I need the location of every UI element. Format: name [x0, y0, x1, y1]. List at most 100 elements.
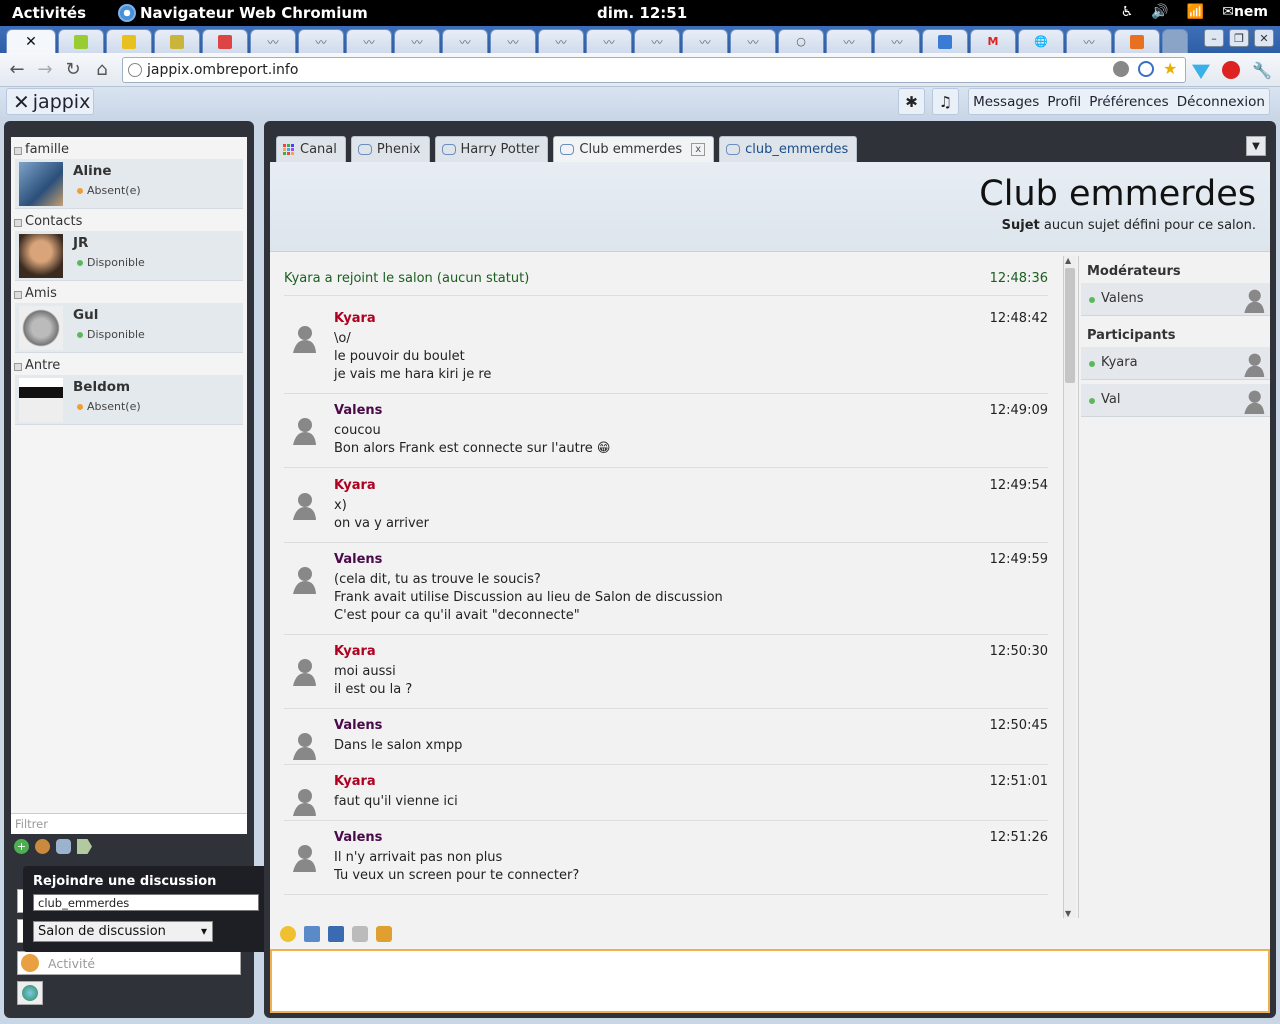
browser-tab-jappix[interactable]: ✕ — [6, 29, 56, 53]
jappix-logo[interactable]: ✕ jappix — [6, 88, 94, 115]
activities-button[interactable]: Activités — [12, 4, 86, 22]
app-menu[interactable]: Navigateur Web Chromium — [118, 4, 368, 22]
browser-tab[interactable]: 〰 — [874, 29, 920, 53]
activity-input[interactable]: Activité — [17, 951, 241, 975]
filter-input[interactable]: Filtrer — [11, 813, 247, 834]
browser-tab[interactable]: 〰 — [298, 29, 344, 53]
tab-club-emmerdes[interactable]: Club emmerdes x — [553, 136, 715, 162]
extension-download-icon[interactable] — [1192, 64, 1210, 79]
browser-tab[interactable]: 🌐 — [1018, 29, 1064, 53]
browser-tab[interactable]: 〰 — [730, 29, 776, 53]
message-list[interactable]: Kyara a rejoint le salon (aucun statut) … — [270, 256, 1062, 918]
clear-icon[interactable] — [352, 926, 368, 942]
close-tab-button[interactable]: x — [691, 143, 706, 156]
tag-icon[interactable] — [77, 839, 92, 854]
geolocation-button[interactable] — [17, 981, 43, 1005]
roster-group[interactable]: Contacts — [11, 209, 247, 231]
message-nick[interactable]: Valens — [334, 830, 382, 845]
user-menu[interactable]: ✉ nem — [1222, 4, 1268, 20]
message-nick[interactable]: Kyara — [334, 311, 376, 326]
message-nick[interactable]: Kyara — [334, 774, 376, 789]
adblock-icon[interactable] — [1222, 61, 1240, 79]
bookmark-star-icon[interactable]: ★ — [1163, 61, 1179, 77]
volume-icon[interactable]: 🔊 — [1151, 4, 1168, 20]
lock-icon[interactable] — [376, 926, 392, 942]
reload-icon[interactable]: ↻ — [62, 59, 84, 80]
menu-preferences[interactable]: Préférences — [1089, 94, 1168, 110]
browser-tab[interactable] — [106, 29, 152, 53]
target-icon[interactable] — [1138, 61, 1154, 77]
browser-tab[interactable] — [922, 29, 968, 53]
close-window-button[interactable]: ✕ — [1254, 29, 1274, 47]
browser-tab[interactable]: 〰 — [1066, 29, 1112, 53]
tab-phenix[interactable]: Phenix — [350, 136, 430, 162]
add-contact-icon[interactable]: + — [14, 839, 29, 854]
buddy-gul[interactable]: Gul Disponible — [15, 303, 243, 353]
lightbulb-icon[interactable] — [1113, 61, 1129, 77]
message-scrollbar[interactable]: ▲ ▼ — [1063, 256, 1076, 918]
minimize-button[interactable]: – — [1204, 29, 1224, 47]
browser-tab[interactable]: 〰 — [634, 29, 680, 53]
browser-tab[interactable]: 〰 — [826, 29, 872, 53]
occupant-kyara[interactable]: Kyara — [1081, 347, 1270, 380]
save-icon[interactable] — [328, 926, 344, 942]
roster-group[interactable]: Amis — [11, 281, 247, 303]
wrench-icon[interactable]: 🔧 — [1252, 61, 1272, 80]
browser-tab[interactable]: 〰 — [586, 29, 632, 53]
forward-icon[interactable]: → — [34, 59, 56, 80]
message-nick[interactable]: Valens — [334, 403, 382, 418]
address-bar[interactable]: jappix.ombreport.info ★ — [122, 57, 1186, 83]
emoticon-icon[interactable] — [280, 926, 296, 942]
text-style-icon[interactable] — [304, 926, 320, 942]
browser-tab[interactable]: 〰 — [490, 29, 536, 53]
browser-tab[interactable] — [202, 29, 248, 53]
roster-group[interactable]: Antre — [11, 353, 247, 375]
scroll-up-icon[interactable]: ▲ — [1065, 256, 1071, 265]
buddy-aline[interactable]: Aline Absent(e) — [15, 159, 243, 209]
occupant-valens[interactable]: Valens — [1081, 283, 1270, 316]
browser-tab[interactable]: M — [970, 29, 1016, 53]
join-chat-icon[interactable] — [35, 839, 50, 854]
menu-deconnexion[interactable]: Déconnexion — [1177, 94, 1265, 110]
tab-club-emmerdes-2[interactable]: club_emmerdes — [719, 136, 858, 162]
back-icon[interactable]: ← — [6, 59, 28, 80]
home-icon[interactable]: ⌂ — [91, 59, 113, 80]
browser-tab[interactable]: ○ — [778, 29, 824, 53]
chevron-down-icon[interactable]: ▼ — [1246, 136, 1266, 156]
message-nick[interactable]: Valens — [334, 552, 382, 567]
music-icon[interactable]: ♫ — [932, 88, 959, 115]
tab-canal[interactable]: Canal — [276, 136, 346, 162]
browser-tab[interactable]: 〰 — [394, 29, 440, 53]
menu-messages[interactable]: Messages — [973, 94, 1039, 110]
browser-tab[interactable]: 〰 — [346, 29, 392, 53]
page-info-icon[interactable] — [128, 63, 142, 77]
clock[interactable]: dim. 12:51 — [597, 4, 687, 22]
message-compose-input[interactable] — [270, 949, 1270, 1013]
menu-profil[interactable]: Profil — [1047, 94, 1081, 110]
message-nick[interactable]: Valens — [334, 718, 382, 733]
scrollbar-thumb[interactable] — [1065, 268, 1075, 383]
join-type-select[interactable]: Salon de discussion — [33, 921, 213, 942]
browser-tab[interactable]: 〰 — [250, 29, 296, 53]
maximize-button[interactable]: ❐ — [1229, 29, 1249, 47]
message-nick[interactable]: Kyara — [334, 644, 376, 659]
browser-tab[interactable]: 〰 — [682, 29, 728, 53]
roster-group[interactable]: famille — [11, 137, 247, 159]
occupant-val[interactable]: Val — [1081, 384, 1270, 417]
notifications-icon[interactable]: ✱ — [898, 88, 925, 115]
browser-tab[interactable] — [154, 29, 200, 53]
message-nick[interactable]: Kyara — [334, 478, 376, 493]
groupchat-icon[interactable] — [56, 839, 71, 854]
buddy-jr[interactable]: JR Disponible — [15, 231, 243, 281]
browser-tab[interactable]: 〰 — [538, 29, 584, 53]
browser-tab[interactable]: 〰 — [442, 29, 488, 53]
new-tab-button[interactable] — [1162, 29, 1188, 53]
scroll-down-icon[interactable]: ▼ — [1065, 909, 1071, 918]
tab-harry-potter[interactable]: Harry Potter — [434, 136, 549, 162]
browser-tab[interactable] — [58, 29, 104, 53]
buddy-beldom[interactable]: Beldom Absent(e) — [15, 375, 243, 425]
join-room-input[interactable]: club_emmerdes — [33, 894, 259, 911]
accessibility-icon[interactable]: ♿ — [1121, 4, 1134, 20]
browser-tab[interactable] — [1114, 29, 1160, 53]
wifi-icon[interactable]: 📶 — [1187, 4, 1204, 20]
